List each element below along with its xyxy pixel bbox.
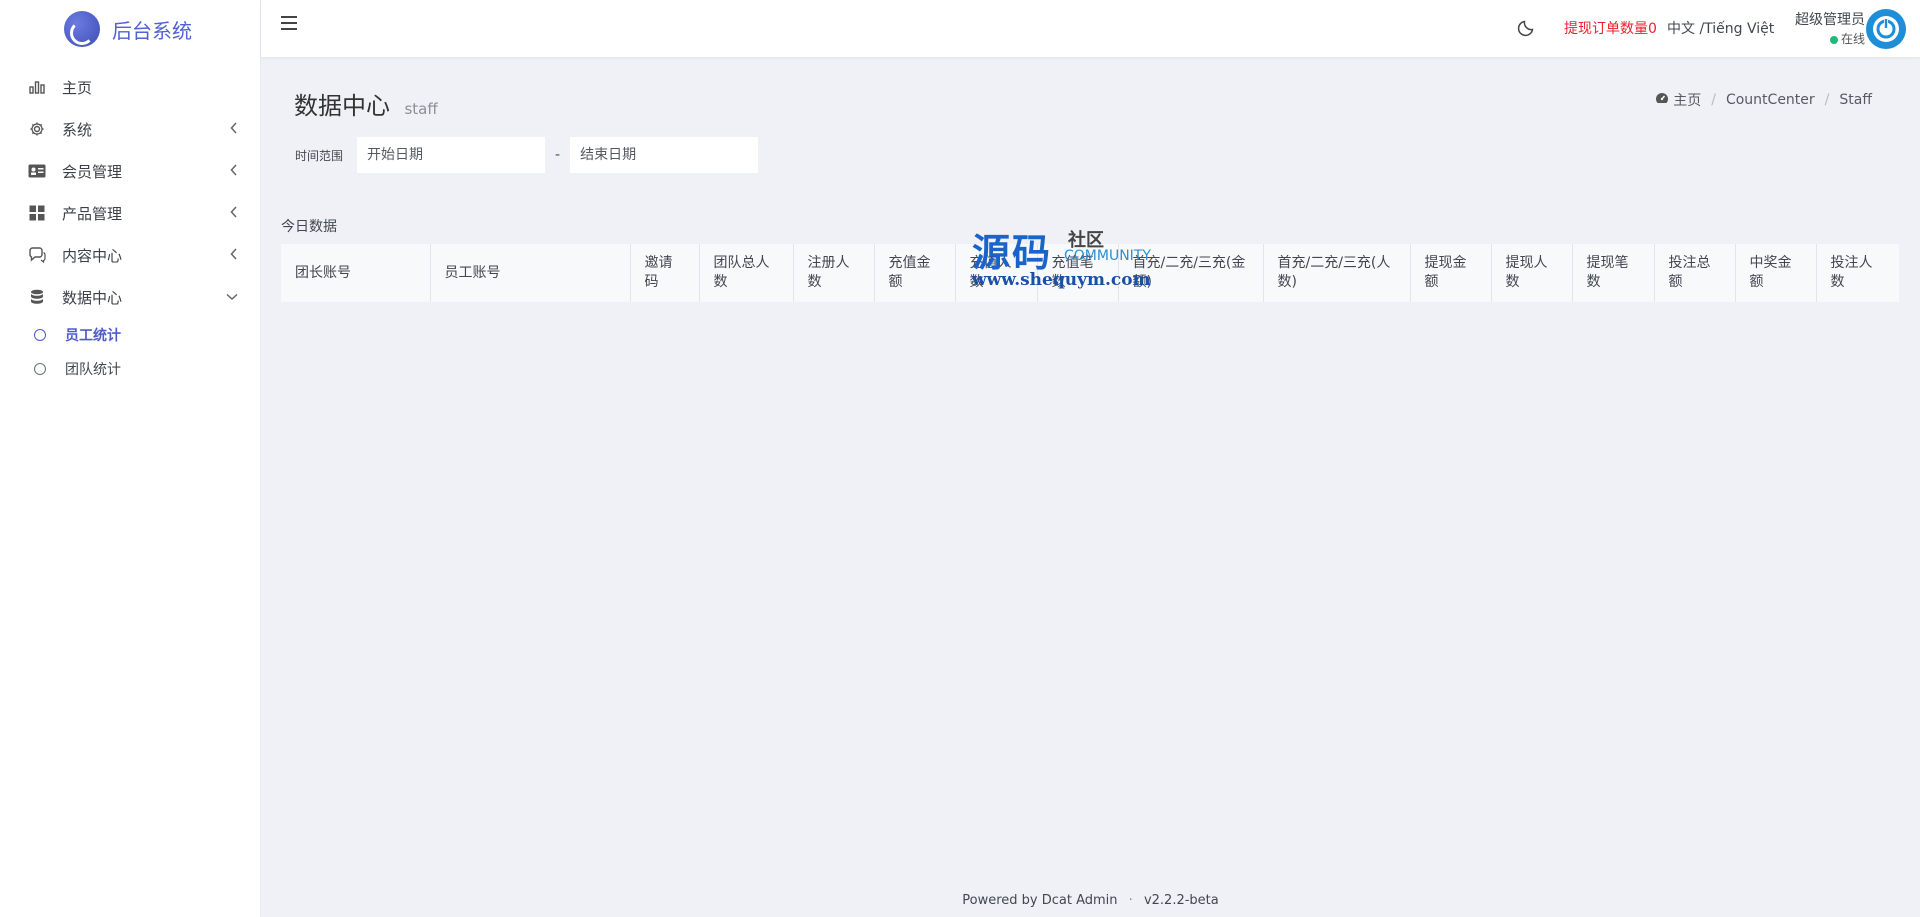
breadcrumb-separator: / bbox=[1824, 92, 1830, 108]
column-header: 充值金额 bbox=[874, 244, 956, 302]
grid-icon bbox=[26, 204, 48, 222]
date-range-filter: 时间范围 - bbox=[295, 137, 759, 173]
breadcrumb-countcenter-link[interactable]: CountCenter bbox=[1726, 92, 1815, 108]
brand-logo-icon bbox=[64, 11, 100, 47]
sidebar-item-label: 主页 bbox=[62, 78, 93, 97]
table-header-row: 团长账号 员工账号 邀请码 团队总人数 注册人数 充值金额 充值人数 充值笔数 … bbox=[281, 244, 1899, 302]
start-date-input[interactable] bbox=[357, 137, 546, 173]
filter-label: 时间范围 bbox=[295, 148, 344, 163]
breadcrumb-separator: / bbox=[1711, 92, 1716, 108]
breadcrumb: 主页 / CountCenter / Staff bbox=[1655, 90, 1872, 110]
user-name: 超级管理员 bbox=[1795, 12, 1865, 28]
column-header: 提现金额 bbox=[1410, 244, 1492, 302]
sidebar-subitem-label: 员工统计 bbox=[65, 328, 121, 344]
chevron-left-icon bbox=[230, 247, 238, 263]
chevron-left-icon bbox=[230, 163, 238, 179]
column-header: 团队总人数 bbox=[699, 244, 794, 302]
sidebar-item-products[interactable]: 产品管理 bbox=[0, 192, 260, 234]
sidebar-item-label: 数据中心 bbox=[62, 288, 123, 307]
footer-version: v2.2.2-beta bbox=[1143, 893, 1219, 908]
brand-title: 后台系统 bbox=[112, 18, 192, 43]
footer-separator: · bbox=[1128, 893, 1133, 908]
chevron-down-icon bbox=[226, 290, 238, 304]
chat-icon bbox=[26, 246, 48, 264]
dark-mode-toggle-icon[interactable] bbox=[1517, 17, 1539, 39]
sidebar-menu: 主页 系统 会员管理 产品管理 内容中心 数据中心 员工统计 团队统计 bbox=[0, 66, 260, 386]
column-header: 提现笔数 bbox=[1572, 244, 1655, 302]
chevron-left-icon bbox=[230, 121, 238, 137]
data-table: 团长账号 员工账号 邀请码 团队总人数 注册人数 充值金额 充值人数 充值笔数 … bbox=[281, 244, 1899, 302]
breadcrumb-home-link[interactable]: 主页 bbox=[1673, 90, 1701, 110]
avatar[interactable] bbox=[1866, 9, 1906, 49]
menu-toggle-icon[interactable] bbox=[281, 16, 297, 30]
column-header: 充值笔数 bbox=[1037, 244, 1119, 302]
sidebar-item-label: 会员管理 bbox=[62, 162, 123, 181]
column-header: 中奖金额 bbox=[1735, 244, 1817, 302]
id-card-icon bbox=[26, 162, 48, 180]
withdraw-order-count-link[interactable]: 提现订单数量0 bbox=[1564, 18, 1657, 38]
column-header: 邀请码 bbox=[630, 244, 700, 302]
chevron-left-icon bbox=[230, 205, 238, 221]
circle-icon bbox=[34, 329, 46, 341]
top-navbar: 提现订单数量0 中文 /Tiếng Việt 超级管理员 在线 bbox=[261, 0, 1920, 57]
column-header: 员工账号 bbox=[430, 244, 631, 302]
page-subtitle: staff bbox=[404, 100, 438, 118]
sidebar-subitem-staff-stats[interactable]: 员工统计 bbox=[0, 318, 260, 352]
footer: Powered by Dcat Admin · v2.2.2-beta bbox=[261, 893, 1920, 908]
bar-chart-icon bbox=[26, 78, 48, 96]
date-range-dash: - bbox=[555, 147, 561, 163]
end-date-input[interactable] bbox=[570, 137, 759, 173]
database-icon bbox=[26, 288, 48, 306]
column-header: 充值人数 bbox=[955, 244, 1038, 302]
sidebar-item-data-center[interactable]: 数据中心 bbox=[0, 276, 260, 318]
page-title: 数据中心 bbox=[294, 92, 390, 120]
sidebar: 后台系统 主页 系统 会员管理 产品管理 内容中心 数据中心 员工统计 团队统计 bbox=[0, 0, 261, 917]
section-title: 今日数据 bbox=[281, 219, 337, 235]
brand[interactable]: 后台系统 bbox=[0, 0, 260, 58]
column-header: 投注人数 bbox=[1830, 255, 1873, 290]
sidebar-item-label: 系统 bbox=[62, 120, 93, 139]
user-info[interactable]: 超级管理员 在线 bbox=[1781, 9, 1865, 47]
column-header: 首充/二充/三充(金额) bbox=[1118, 244, 1264, 302]
sidebar-item-system[interactable]: 系统 bbox=[0, 108, 260, 150]
user-status-label: 在线 bbox=[1840, 32, 1865, 46]
online-status-dot-icon bbox=[1829, 35, 1838, 44]
column-header: 注册人数 bbox=[793, 244, 875, 302]
column-header: 首充/二充/三充(人数) bbox=[1263, 244, 1411, 302]
sidebar-item-label: 产品管理 bbox=[62, 204, 123, 223]
column-header: 投注总额 bbox=[1654, 244, 1736, 302]
sidebar-subitem-label: 团队统计 bbox=[65, 362, 121, 378]
power-icon bbox=[1873, 16, 1899, 42]
circle-icon bbox=[34, 363, 46, 375]
dashboard-icon bbox=[1655, 92, 1669, 108]
sidebar-item-label: 内容中心 bbox=[62, 246, 123, 265]
language-switcher[interactable]: 中文 /Tiếng Việt bbox=[1667, 18, 1774, 38]
user-status: 在线 bbox=[1781, 30, 1865, 47]
sidebar-item-home[interactable]: 主页 bbox=[0, 66, 260, 108]
gear-icon bbox=[26, 120, 48, 138]
sidebar-subitem-team-stats[interactable]: 团队统计 bbox=[0, 352, 260, 386]
column-header: 提现人数 bbox=[1491, 244, 1573, 302]
footer-powered: Powered by Dcat Admin bbox=[962, 893, 1118, 908]
content-header: 数据中心 staff bbox=[294, 86, 438, 121]
sidebar-item-members[interactable]: 会员管理 bbox=[0, 150, 260, 192]
column-header: 团长账号 bbox=[281, 244, 431, 302]
breadcrumb-current: Staff bbox=[1839, 92, 1872, 108]
sidebar-item-content[interactable]: 内容中心 bbox=[0, 234, 260, 276]
